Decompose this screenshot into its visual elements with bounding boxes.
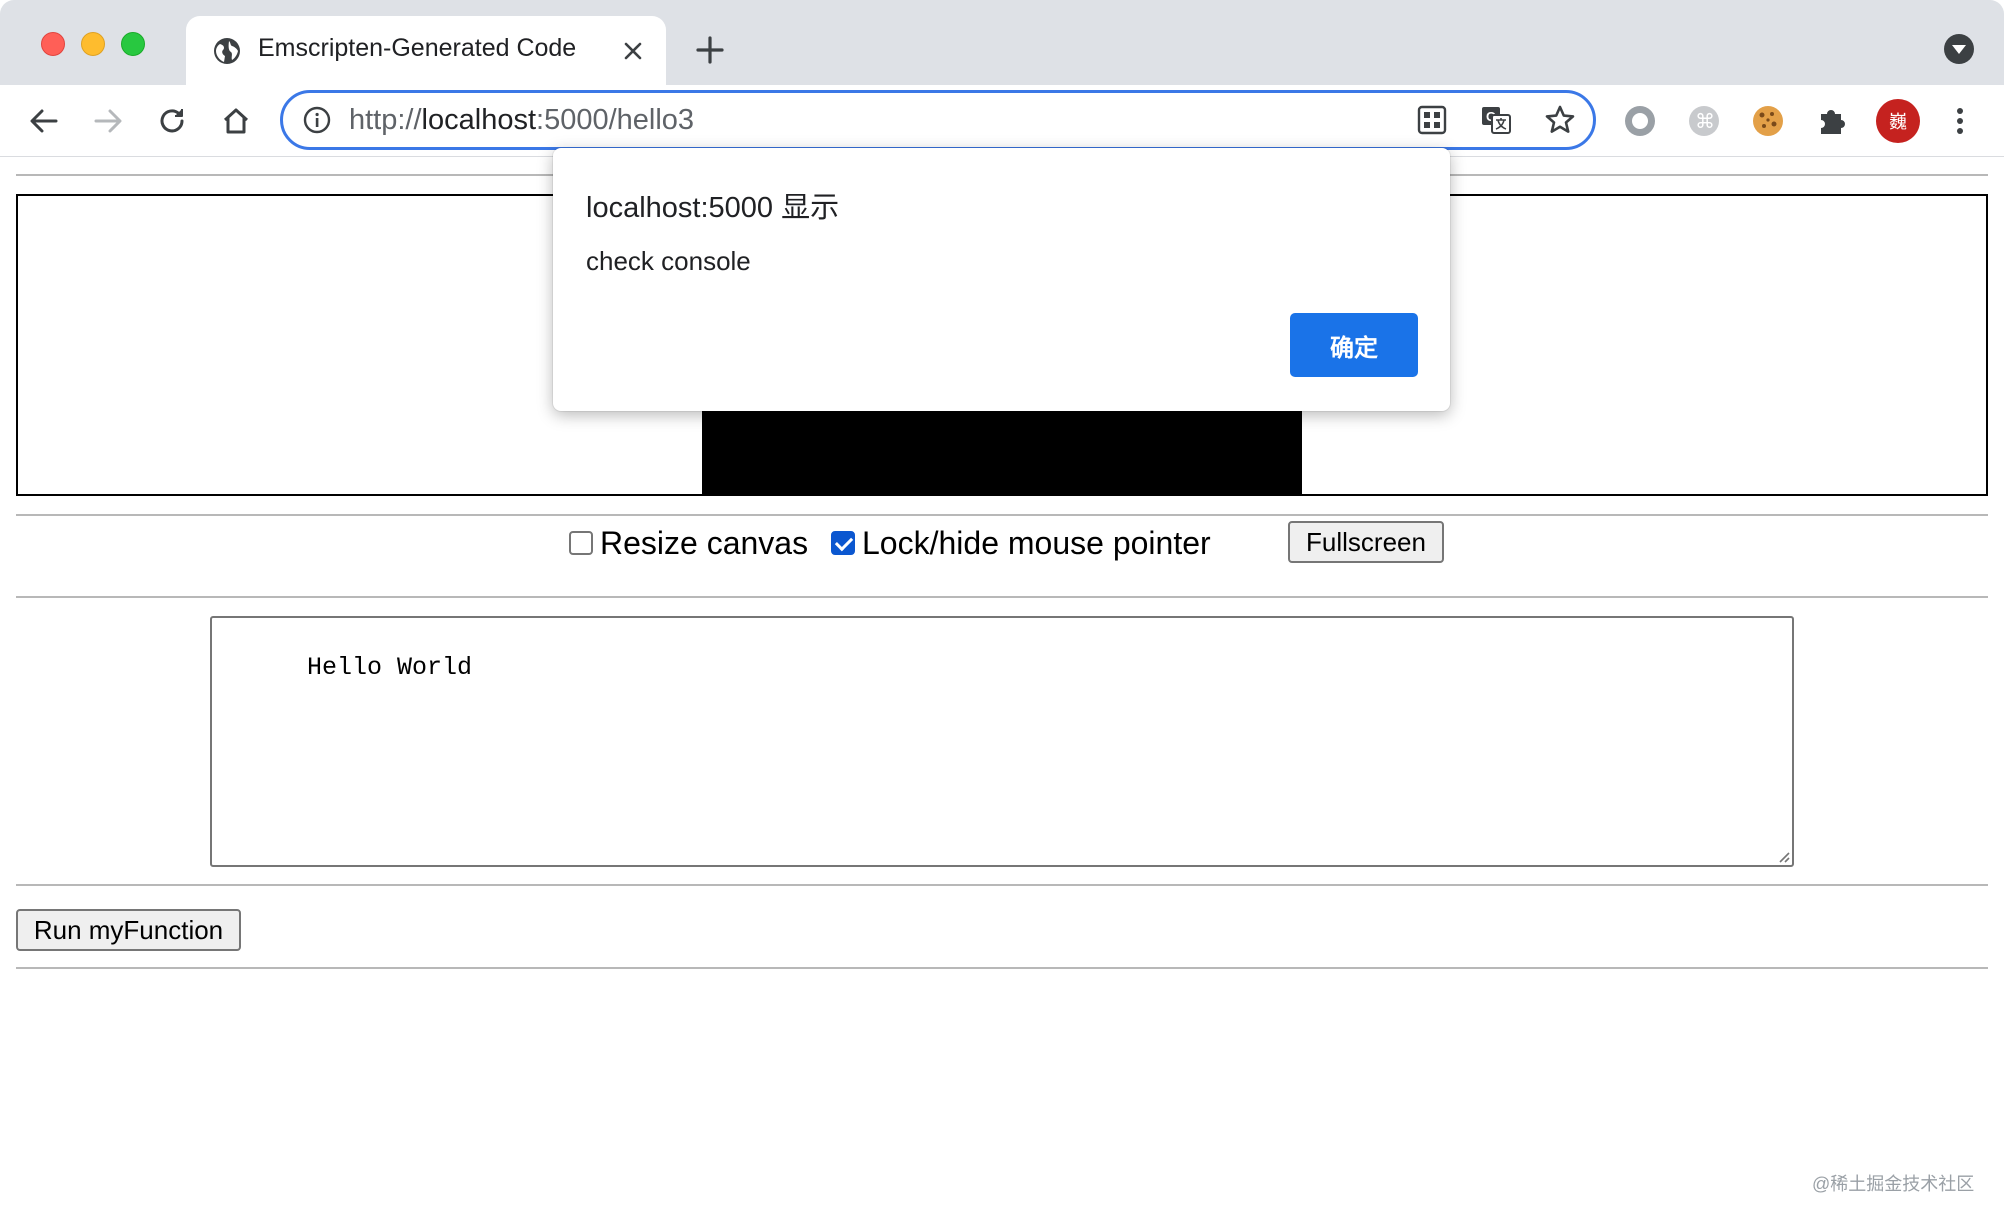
run-myfunction-button[interactable]: Run myFunction [16,909,241,951]
url-scheme: http:// [349,104,422,136]
lock-pointer-label: Lock/hide mouse pointer [862,525,1211,561]
url-path: :5000/hello3 [536,104,695,136]
divider [16,967,1988,969]
avatar-text: 巍 [1889,112,1907,133]
svg-text:⌘: ⌘ [1695,109,1715,133]
extension-record-icon[interactable] [1620,101,1660,141]
reload-icon[interactable] [152,101,192,141]
resize-grip-icon[interactable] [1774,847,1790,863]
browser-window: Emscripten-Generated Code http://localho… [0,0,2004,1222]
output-textarea[interactable]: Hello World [210,616,1794,867]
bookmark-star-icon[interactable] [1543,103,1577,137]
home-icon[interactable] [216,101,256,141]
tab-search-icon[interactable] [1944,34,1974,64]
tab-strip: Emscripten-Generated Code [0,0,2004,85]
dialog-message: check console [586,246,751,276]
tab-title: Emscripten-Generated Code [258,34,577,62]
qr-code-icon[interactable] [1415,103,1449,137]
address-bar[interactable]: http://localhost:5000/hello3 G [280,90,1596,150]
resize-canvas-label: Resize canvas [600,525,809,561]
url-host: localhost [421,104,537,136]
more-menu-icon[interactable] [1940,101,1980,141]
url-text[interactable]: http://localhost:5000/hello3 [349,104,694,137]
output-text: Hello World [307,653,473,682]
back-icon[interactable] [24,101,64,141]
dialog-ok-button[interactable]: 确定 [1290,313,1418,377]
divider [16,596,1988,598]
browser-toolbar: http://localhost:5000/hello3 G ⌘ [0,85,2004,157]
close-window-button[interactable] [41,32,65,56]
lock-pointer-checkbox[interactable] [831,531,855,555]
globe-icon [214,38,240,64]
tab-active[interactable]: Emscripten-Generated Code [186,16,666,85]
extensions-puzzle-icon[interactable] [1812,101,1852,141]
site-info-icon[interactable] [303,106,331,134]
forward-icon[interactable] [88,101,128,141]
maximize-window-button[interactable] [121,32,145,56]
dialog-title: localhost:5000 显示 [586,192,840,224]
resize-canvas-checkbox[interactable] [569,531,593,555]
alert-dialog: localhost:5000 显示 check console 确定 [553,148,1450,411]
fullscreen-button[interactable]: Fullscreen [1288,521,1444,563]
minimize-window-button[interactable] [81,32,105,56]
translate-icon[interactable]: G [1479,103,1513,137]
controls-row: Resize canvas Lock/hide mouse pointer Fu… [0,513,2004,573]
watermark: @稀土掘金技术社区 [1812,1174,1975,1194]
extension-command-icon[interactable]: ⌘ [1684,101,1724,141]
divider [16,884,1988,886]
new-tab-icon[interactable] [692,32,728,68]
profile-avatar[interactable]: 巍 [1876,99,1920,143]
close-tab-icon[interactable] [618,36,648,66]
cookie-icon[interactable] [1748,101,1788,141]
